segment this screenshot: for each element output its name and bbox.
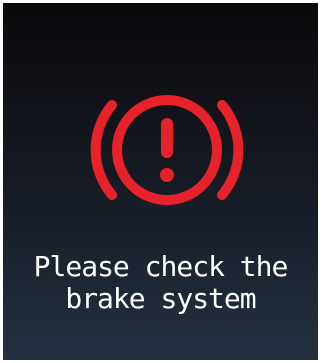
exclamation-dot [160, 168, 174, 182]
exclamation-bar [161, 118, 173, 158]
brake-warning-screen: Please check the brake system [3, 3, 318, 360]
warning-message-line-1: Please check the [33, 250, 289, 283]
brake-warning-right-arc [217, 100, 244, 200]
warning-message: Please check the brake system [3, 251, 318, 315]
brake-warning-icon [90, 95, 244, 205]
warning-message-line-2: brake system [65, 282, 256, 315]
brake-warning-left-arc [90, 100, 117, 200]
